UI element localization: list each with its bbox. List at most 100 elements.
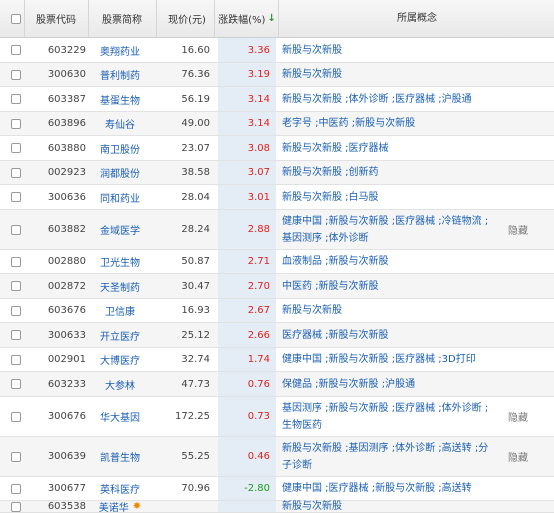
table-header: 股票代码 股票简称 现价(元) 涨跌幅(%) ↓ 所属概念 <box>0 0 554 38</box>
table-row[interactable]: 300633 开立医疗 25.12 2.66 医疗器械 ;新股与次新股 <box>0 323 554 348</box>
row-checkbox[interactable] <box>0 477 32 500</box>
header-price[interactable]: 现价(元) <box>160 0 214 37</box>
stock-concepts[interactable]: 健康中国 ;新股与次新股 ;医疗器械 ;3D打印 <box>282 348 496 371</box>
row-checkbox[interactable] <box>0 250 32 273</box>
stock-price: 32.74 <box>181 354 210 365</box>
table-row[interactable]: 603882 金域医学 28.24 2.88 健康中国 ;新股与次新股 ;医疗器械 ;冷… <box>0 210 554 250</box>
hide-link[interactable]: 隐藏 <box>508 397 548 436</box>
table-row[interactable]: 603233 大参林 47.73 0.76 保健品 ;新股与次新股 ;沪股通 <box>0 372 554 397</box>
stock-name-link[interactable]: 卫光生物 <box>86 250 154 273</box>
row-checkbox[interactable] <box>0 323 32 347</box>
stock-name-link[interactable]: 金域医学 <box>86 210 154 249</box>
hide-link[interactable] <box>508 372 548 396</box>
table-row[interactable]: 603896 寿仙谷 49.00 3.14 老字号 ;中医药 ;新股与次新股 <box>0 112 554 136</box>
row-checkbox[interactable] <box>0 136 32 160</box>
hide-link[interactable] <box>508 161 548 184</box>
header-name[interactable]: 股票简称 <box>90 0 154 37</box>
stock-name-link[interactable]: 同和药业 <box>86 185 154 209</box>
stock-name-link[interactable]: 大博医疗 <box>86 348 154 371</box>
table-row[interactable]: 603229 奥翔药业 16.60 3.36 新股与次新股 <box>0 38 554 63</box>
stock-concepts[interactable]: 医疗器械 ;新股与次新股 <box>282 323 496 347</box>
stock-concepts[interactable]: 中医药 ;新股与次新股 <box>282 274 496 298</box>
row-checkbox[interactable] <box>0 63 32 86</box>
table-row[interactable]: 603676 卫信康 16.93 2.67 新股与次新股 <box>0 299 554 323</box>
stock-code: 002872 <box>47 280 86 292</box>
stock-concepts[interactable]: 新股与次新股 ;白马股 <box>282 185 496 209</box>
row-checkbox[interactable] <box>0 112 32 135</box>
stock-name-link[interactable]: 英科医疗 <box>86 477 154 500</box>
row-checkbox[interactable] <box>0 274 32 298</box>
stock-concepts[interactable]: 新股与次新股 <box>282 38 496 62</box>
table-row[interactable]: 300639 凯普生物 55.25 0.46 新股与次新股 ;基因测序 ;体外诊断 ;高… <box>0 437 554 477</box>
table-row[interactable]: 002901 大博医疗 32.74 1.74 健康中国 ;新股与次新股 ;医疗器械 ;3… <box>0 348 554 372</box>
row-checkbox[interactable] <box>0 437 32 476</box>
stock-concepts[interactable]: 新股与次新股 ;基因测序 ;体外诊断 ;高送转 ;分子诊断 <box>282 437 496 476</box>
stock-name-link[interactable]: 润都股份 <box>86 161 154 184</box>
stock-concepts[interactable]: 新股与次新股 ;创新药 <box>282 161 496 184</box>
hide-link[interactable] <box>508 185 548 209</box>
hide-link[interactable] <box>508 87 548 111</box>
hide-link[interactable] <box>508 323 548 347</box>
header-code[interactable]: 股票代码 <box>24 0 88 37</box>
stock-code: 603882 <box>47 224 86 235</box>
stock-name: 天圣制药 <box>100 282 140 294</box>
table-row[interactable]: 603880 南卫股份 23.07 3.08 新股与次新股 ;医疗器械 <box>0 136 554 161</box>
row-checkbox[interactable] <box>0 87 32 111</box>
hide-link[interactable] <box>508 63 548 86</box>
table-row[interactable]: 300630 普利制药 76.36 3.19 新股与次新股 <box>0 63 554 87</box>
stock-name-link[interactable]: 凯普生物 <box>86 437 154 476</box>
table-row[interactable]: 603538 美诺华 ✸ 新股与次新股 <box>0 501 554 514</box>
table-row[interactable]: 300676 华大基因 172.25 0.73 基因测序 ;新股与次新股 ;医疗器械 ;… <box>0 397 554 437</box>
stock-concepts[interactable]: 保健品 ;新股与次新股 ;沪股通 <box>282 372 496 396</box>
row-checkbox[interactable] <box>0 299 32 322</box>
row-checkbox[interactable] <box>0 185 32 209</box>
stock-change: -2.80 <box>244 483 270 494</box>
stock-code: 603233 <box>47 378 86 390</box>
stock-concepts[interactable]: 老字号 ;中医药 ;新股与次新股 <box>282 112 496 135</box>
stock-name-link[interactable]: 大参林 <box>86 372 154 396</box>
row-checkbox[interactable] <box>0 38 32 62</box>
table-row[interactable]: 002923 润都股份 38.58 3.07 新股与次新股 ;创新药 <box>0 161 554 185</box>
hide-link[interactable] <box>508 477 548 500</box>
stock-concepts[interactable]: 新股与次新股 <box>282 299 496 322</box>
hide-link[interactable] <box>508 136 548 160</box>
table-row[interactable]: 002872 天圣制药 30.47 2.70 中医药 ;新股与次新股 <box>0 274 554 299</box>
hide-link[interactable] <box>508 112 548 135</box>
hide-link[interactable] <box>508 250 548 273</box>
row-checkbox[interactable] <box>0 348 32 371</box>
table-row[interactable]: 300636 同和药业 28.04 3.01 新股与次新股 ;白马股 <box>0 185 554 210</box>
table-row[interactable]: 002880 卫光生物 50.87 2.71 血液制品 ;新股与次新股 <box>0 250 554 274</box>
row-checkbox[interactable] <box>0 161 32 184</box>
hide-link[interactable] <box>508 299 548 322</box>
stock-concepts[interactable]: 基因测序 ;新股与次新股 ;医疗器械 ;体外诊断 ;生物医药 <box>282 397 496 436</box>
stock-concepts[interactable]: 血液制品 ;新股与次新股 <box>282 250 496 273</box>
stock-name: 金域医学 <box>100 226 140 237</box>
stock-name-link[interactable]: 南卫股份 <box>86 136 154 160</box>
hide-link[interactable]: 隐藏 <box>508 437 548 476</box>
stock-name-link[interactable]: 卫信康 <box>86 299 154 322</box>
stock-name-link[interactable]: 寿仙谷 <box>86 112 154 135</box>
stock-concepts[interactable]: 健康中国 ;医疗器械 ;新股与次新股 ;高送转 <box>282 477 496 500</box>
table-row[interactable]: 603387 基蛋生物 56.19 3.14 新股与次新股 ;体外诊断 ;医疗器械 ;沪… <box>0 87 554 112</box>
stock-name-link[interactable]: 开立医疗 <box>86 323 154 347</box>
header-concept[interactable]: 所属概念 <box>280 0 554 37</box>
hide-link[interactable]: 隐藏 <box>508 210 548 249</box>
table-row[interactable]: 300677 英科医疗 70.96 -2.80 健康中国 ;医疗器械 ;新股与次新股 ;… <box>0 477 554 501</box>
stock-name-link[interactable]: 奥翔药业 <box>86 38 154 62</box>
stock-concepts[interactable]: 新股与次新股 ;医疗器械 <box>282 136 496 160</box>
stock-concepts[interactable]: 新股与次新股 <box>282 63 496 86</box>
row-checkbox[interactable] <box>0 397 32 436</box>
hide-link[interactable] <box>508 348 548 371</box>
stock-name-link[interactable]: 基蛋生物 <box>86 87 154 111</box>
stock-name-link[interactable]: 华大基因 <box>86 397 154 436</box>
stock-concepts[interactable]: 新股与次新股 ;体外诊断 ;医疗器械 ;沪股通 <box>282 87 496 111</box>
stock-name-link[interactable]: 普利制药 <box>86 63 154 86</box>
stock-name-link[interactable]: 天圣制药 <box>86 274 154 298</box>
row-checkbox[interactable] <box>0 210 32 249</box>
hide-link[interactable] <box>508 274 548 298</box>
header-change[interactable]: 涨跌幅(%) ↓ <box>216 0 278 37</box>
stock-name: 卫信康 <box>105 307 135 318</box>
row-checkbox[interactable] <box>0 372 32 396</box>
hide-link[interactable] <box>508 38 548 62</box>
stock-concepts[interactable]: 健康中国 ;新股与次新股 ;医疗器械 ;冷链物流 ;基因测序 ;体外诊断 <box>282 210 496 249</box>
